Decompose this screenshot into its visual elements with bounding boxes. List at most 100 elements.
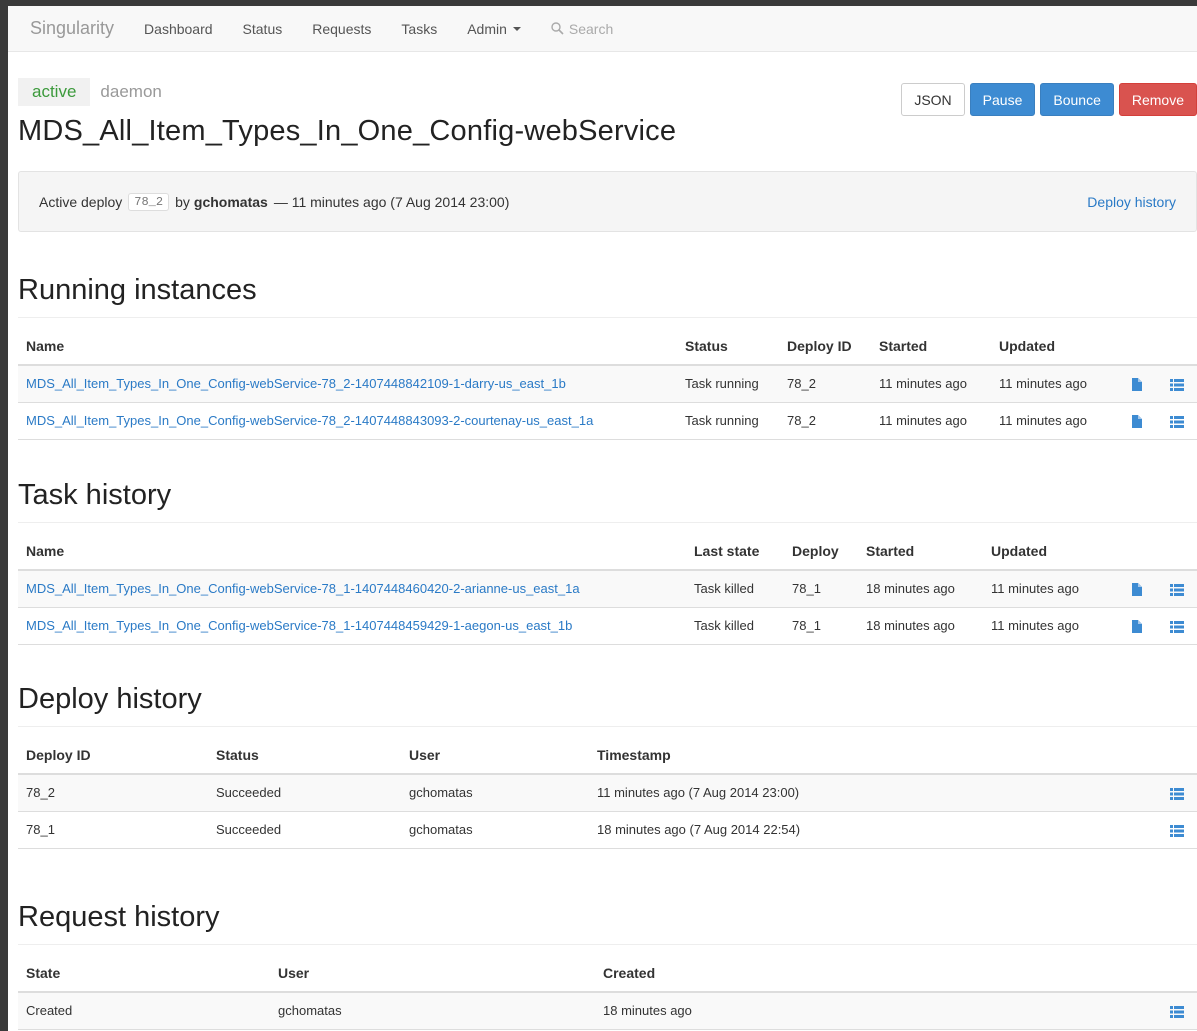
task-status: Task running [677,365,779,403]
nav-tasks[interactable]: Tasks [401,21,437,37]
column-header: User [401,736,589,775]
column-header: Status [208,736,401,775]
divider [18,944,1197,945]
deploy-user: gchomatas [401,774,589,812]
search-input[interactable]: Search [551,21,613,37]
task-deploy-id: 78_2 [779,402,871,440]
bounce-button[interactable]: Bounce [1040,83,1114,116]
search-icon [551,22,564,35]
column-header: Deploy ID [18,736,208,775]
deploy-status: Succeeded [208,774,401,812]
list-icon[interactable] [1170,583,1184,596]
column-header: Name [18,532,686,571]
table-header-row: State User Created [18,954,1197,993]
column-header: Name [18,327,677,366]
nav-admin-label: Admin [467,20,507,37]
column-header: Created [595,954,1157,993]
list-icon[interactable] [1170,378,1184,391]
chevron-down-icon [512,26,521,31]
active-deploy-id: 78_2 [128,192,170,211]
column-header: Updated [983,532,1117,571]
list-icon[interactable] [1170,1005,1184,1018]
nav-status[interactable]: Status [243,21,283,37]
task-started: 11 minutes ago [871,402,991,440]
table-row: MDS_All_Item_Types_In_One_Config-webServ… [18,402,1197,440]
nav-dashboard[interactable]: Dashboard [144,21,213,37]
list-icon[interactable] [1170,787,1184,800]
task-last-state: Task killed [686,570,784,608]
task-started: 11 minutes ago [871,365,991,403]
table-header-row: Name Last state Deploy Started Updated [18,532,1197,571]
list-icon[interactable] [1170,824,1184,837]
task-link[interactable]: MDS_All_Item_Types_In_One_Config-webServ… [26,376,566,391]
running-instances-heading: Running instances [18,274,257,306]
column-header: Updated [991,327,1117,366]
brand-logo[interactable]: Singularity [30,18,114,39]
deploy-id: 78_1 [18,811,208,849]
request-user: gchomatas [270,992,595,1030]
deploy-status: Succeeded [208,811,401,849]
request-history-table: State User Created Created gchomatas 18 … [18,954,1197,1030]
file-icon[interactable] [1132,415,1142,429]
file-icon[interactable] [1132,583,1142,597]
column-header: Deploy [784,532,858,571]
task-status: Task running [677,402,779,440]
active-deploy-panel: Active deploy 78_2 by gchomatas — 11 min… [18,171,1197,232]
active-deploy-time: — 11 minutes ago (7 Aug 2014 23:00) [273,193,510,210]
divider [18,317,1197,318]
type-badge: daemon [100,82,162,101]
active-deploy-by: by [175,193,190,210]
active-deploy-user: gchomatas [193,193,268,210]
table-row: MDS_All_Item_Types_In_One_Config-webServ… [18,365,1197,403]
divider [18,522,1197,523]
column-header: Deploy ID [779,327,871,366]
request-state: Created [18,992,270,1030]
table-row: Created gchomatas 18 minutes ago [18,992,1197,1030]
task-last-state: Task killed [686,607,784,645]
task-link[interactable]: MDS_All_Item_Types_In_One_Config-webServ… [26,413,593,428]
task-updated: 11 minutes ago [991,365,1117,403]
request-tags: active daemon [18,78,172,106]
column-header: Last state [686,532,784,571]
task-history-heading: Task history [18,479,172,511]
column-header: Started [858,532,983,571]
request-created: 18 minutes ago [595,992,1157,1030]
task-started: 18 minutes ago [858,570,983,608]
column-header: Started [871,327,991,366]
table-row: 78_1 Succeeded gchomatas 18 minutes ago … [18,811,1197,849]
remove-button[interactable]: Remove [1118,83,1197,116]
task-started: 18 minutes ago [858,607,983,645]
deploy-id: 78_2 [18,774,208,812]
request-history-heading: Request history [18,901,220,933]
navbar: Singularity Dashboard Status Requests Ta… [8,6,1197,52]
table-header-row: Deploy ID Status User Timestamp [18,736,1197,775]
page-title: MDS_All_Item_Types_In_One_Config-webServ… [18,115,677,147]
table-row: MDS_All_Item_Types_In_One_Config-webServ… [18,570,1197,608]
pause-button[interactable]: Pause [969,83,1036,116]
column-header: User [270,954,595,993]
file-icon[interactable] [1132,378,1142,392]
action-buttons: JSON Pause Bounce Remove [896,83,1197,116]
state-badge: active [18,78,91,106]
deploy-history-link[interactable]: Deploy history [1087,194,1176,210]
file-icon[interactable] [1132,620,1142,634]
task-updated: 11 minutes ago [983,607,1117,645]
deploy-user: gchomatas [401,811,589,849]
nav-requests[interactable]: Requests [312,21,371,37]
column-header: Timestamp [589,736,1157,775]
table-row: MDS_All_Item_Types_In_One_Config-webServ… [18,607,1197,645]
list-icon[interactable] [1170,415,1184,428]
list-icon[interactable] [1170,620,1184,633]
column-header: Status [677,327,779,366]
task-link[interactable]: MDS_All_Item_Types_In_One_Config-webServ… [26,581,580,596]
nav-admin-dropdown[interactable]: Admin [467,21,521,37]
deploy-timestamp: 18 minutes ago (7 Aug 2014 22:54) [589,811,1157,849]
table-header-row: Name Status Deploy ID Started Updated [18,327,1197,366]
json-button[interactable]: JSON [901,83,965,116]
deploy-history-heading: Deploy history [18,683,202,715]
task-link[interactable]: MDS_All_Item_Types_In_One_Config-webServ… [26,618,572,633]
task-deploy-id: 78_2 [779,365,871,403]
table-row: 78_2 Succeeded gchomatas 11 minutes ago … [18,774,1197,812]
page: Singularity Dashboard Status Requests Ta… [8,6,1197,1031]
task-history-table: Name Last state Deploy Started Updated M… [18,532,1197,645]
